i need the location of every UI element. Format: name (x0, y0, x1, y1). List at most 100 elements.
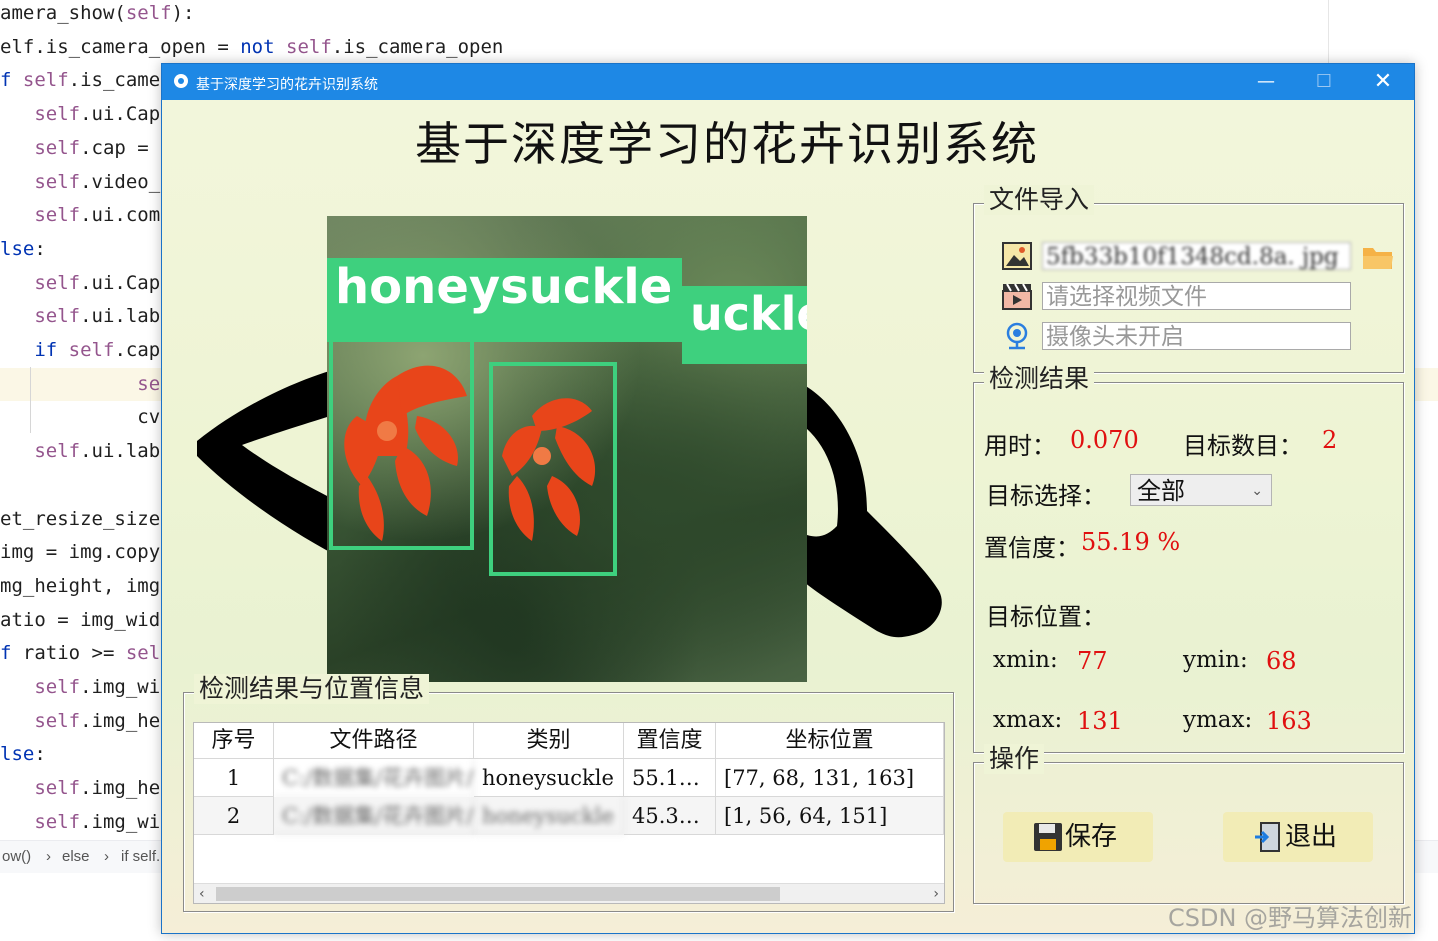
code-token: if (34, 339, 58, 361)
code-token: self (34, 170, 81, 193)
window-title: 基于深度学习的花卉识别系统 (196, 76, 378, 92)
detection-results-title: 检测结果 (984, 364, 1095, 394)
code-line[interactable]: self.ui.lab (0, 300, 160, 333)
code-token: f (0, 69, 12, 92)
save-icon (1034, 823, 1062, 851)
chevron-down-icon: ⌄ (1251, 483, 1263, 499)
table-row[interactable]: 2 C:/数据集/花卉图片/... honeysuckle 45.3… [1, … (194, 797, 944, 835)
target-position-label: 目标位置： (986, 603, 1106, 631)
time-label: 用时： (984, 432, 1056, 460)
file-import-title: 文件导入 (984, 185, 1095, 215)
code-line[interactable]: amera_show(self): (0, 0, 195, 30)
code-token: : (34, 237, 46, 260)
target-select-dropdown[interactable]: 全部 ⌄ (1130, 474, 1272, 506)
open-folder-icon[interactable] (1362, 244, 1394, 270)
table-cell-index: 1 (194, 759, 274, 797)
breadcrumb-item-0[interactable]: ow() (2, 848, 31, 865)
scrollbar-thumb[interactable] (216, 887, 780, 901)
breadcrumb-sep-0: › (46, 848, 51, 865)
video-path-field[interactable]: 请选择视频文件 (1042, 282, 1351, 310)
horizontal-scrollbar[interactable]: ‹ › (194, 883, 944, 903)
code-token: ): (171, 2, 195, 24)
code-line[interactable]: self.ui.com (0, 199, 160, 232)
maximize-button[interactable]: ☐ (1295, 64, 1353, 100)
table-cell-class: honeysuckle (474, 759, 624, 797)
code-token: .video_ (80, 170, 161, 193)
save-label: 保存 (1065, 822, 1118, 852)
code-token: amera_show( (0, 2, 126, 24)
code-line[interactable]: self.img_he (0, 705, 160, 738)
code-line[interactable]: self.img_wi (0, 806, 160, 839)
code-token: self (34, 103, 81, 126)
exit-button[interactable]: 退出 (1223, 812, 1373, 862)
close-button[interactable]: ✕ (1354, 64, 1412, 100)
code-token: self (34, 305, 81, 328)
code-line[interactable]: et_resize_size (0, 503, 160, 536)
code-token: elf.is_camera_open = (0, 35, 241, 58)
table-cell-confidence: 55.1… (624, 759, 716, 797)
table-header-path[interactable]: 文件路径 (274, 723, 474, 759)
code-line[interactable]: f self.is_came (0, 64, 160, 97)
table-header-class[interactable]: 类别 (474, 723, 624, 759)
code-line[interactable]: atio = img_wid (0, 604, 160, 637)
code-line[interactable]: if self.cap (0, 334, 160, 367)
code-token: .ui.lab (80, 305, 161, 328)
table-row[interactable]: 1 C:/数据集/花卉图片/... honeysuckle 55.1… [77,… (194, 759, 944, 797)
confidence-label: 置信度： (984, 534, 1080, 562)
save-button[interactable]: 保存 (1003, 812, 1153, 862)
code-line[interactable]: img = img.copy (0, 536, 160, 569)
code-line[interactable]: self.img_he (0, 772, 160, 805)
code-line[interactable]: self.video_ (0, 166, 160, 199)
code-token: .ui.Cap (80, 103, 161, 126)
app-window[interactable]: 基于深度学习的花卉识别系统 — ☐ ✕ 基于深度学习的花卉识别系统 honeys… (161, 63, 1415, 934)
minimize-button[interactable]: — (1237, 64, 1295, 100)
image-path-field[interactable]: 5fb33b10f1348cd.8a. jpg (1042, 242, 1351, 270)
table-header-index[interactable]: 序号 (194, 723, 274, 759)
camera-icon[interactable] (1005, 322, 1029, 350)
code-token: atio = img_wid (0, 608, 161, 631)
scroll-left-icon[interactable]: ‹ (199, 884, 205, 903)
code-line[interactable]: lse: (0, 738, 46, 771)
table-header-coords[interactable]: 坐标位置 (716, 723, 944, 759)
breadcrumb-item-1[interactable]: else (62, 848, 90, 865)
code-token: .cap (114, 339, 161, 361)
code-token: not (240, 35, 275, 58)
scroll-right-icon[interactable]: › (933, 884, 939, 903)
code-line[interactable]: self.cap = (0, 132, 148, 165)
table-cell-index: 2 (194, 797, 274, 835)
image-file-icon[interactable] (1002, 242, 1032, 270)
code-token: lse (0, 237, 35, 260)
page-title: 基于深度学习的花卉识别系统 (415, 117, 1039, 171)
camera-status-field[interactable]: 摄像头未开启 (1042, 322, 1351, 350)
code-line[interactable]: self.ui.lab (0, 435, 160, 468)
code-line[interactable]: self.ui.Cap (0, 98, 160, 131)
code-token: self (34, 136, 81, 159)
code-token: .is_camera_open (331, 35, 504, 58)
results-table[interactable]: 序号 文件路径 类别 置信度 坐标位置 1 C:/数据集/花卉图片/... ho… (193, 722, 945, 904)
ymin-label: ymin: (1183, 647, 1248, 673)
code-line[interactable]: elf.is_camera_open = not self.is_camera_… (0, 31, 503, 64)
code-token: sel (125, 642, 161, 665)
title-bar[interactable]: 基于深度学习的花卉识别系统 — ☐ ✕ (162, 64, 1414, 100)
code-line[interactable]: self.img_wi (0, 671, 160, 704)
target-count-label: 目标数目： (1183, 432, 1303, 460)
table-header-confidence[interactable]: 置信度 (624, 723, 716, 759)
video-file-icon[interactable] (1002, 282, 1032, 310)
breadcrumb-item-2[interactable]: if self. (121, 848, 160, 865)
code-line[interactable]: f ratio >= sel (0, 637, 160, 670)
code-line[interactable]: self.ui.Cap (0, 267, 160, 300)
code-line[interactable]: mg_height, img (0, 570, 160, 603)
results-table-title: 检测结果与位置信息 (194, 674, 430, 704)
code-token: self (34, 440, 81, 463)
code-token: mg_height, img (0, 574, 161, 597)
table-cell-class: honeysuckle (474, 797, 624, 835)
code-line[interactable]: lse: (0, 233, 46, 266)
operations-title: 操作 (984, 744, 1045, 774)
